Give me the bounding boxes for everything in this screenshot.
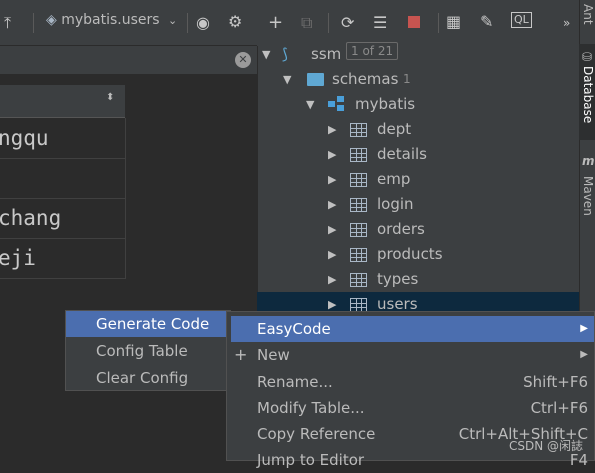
close-icon[interactable]: ✕ — [235, 52, 251, 68]
schema-filter-icon[interactable]: ☰ — [373, 13, 387, 33]
collapsed-arrow-icon: ▶ — [328, 273, 337, 286]
menu-label: EasyCode — [257, 320, 331, 338]
editor-toolbar: ⤒ ◈ mybatis.users ⌄ ◉ ⚙ — [0, 0, 257, 46]
expanded-arrow-icon: ▼ — [262, 48, 271, 61]
tree-item-table[interactable]: ▶ types — [257, 267, 579, 292]
grid-cell[interactable] — [0, 158, 126, 199]
tree-label: emp — [377, 170, 411, 188]
collapsed-arrow-icon: ▶ — [328, 198, 337, 211]
tab-ant[interactable]: Ant — [581, 4, 595, 25]
chevron-down-icon: ⌄ — [168, 14, 178, 27]
menu-item-clear-config[interactable]: Clear Config — [66, 365, 230, 391]
easycode-submenu: Generate Code Config Table Clear Config — [65, 310, 231, 391]
tree-item-mybatis[interactable]: ▼ mybatis — [257, 92, 579, 117]
menu-item-modify-table[interactable]: Modify Table... Ctrl+F6 — [231, 395, 594, 421]
table-icon — [350, 223, 367, 237]
edit-icon[interactable]: ✎ — [480, 12, 493, 32]
object-count-badge: 1 of 21 — [346, 42, 399, 60]
table-icon — [350, 273, 367, 287]
plus-icon: + — [234, 345, 248, 364]
tab-database[interactable]: Database — [581, 66, 595, 123]
table-icon — [350, 248, 367, 262]
tree-label: products — [377, 245, 443, 263]
gear-icon[interactable]: ⚙ — [228, 12, 242, 32]
tab-maven[interactable]: Maven — [581, 176, 595, 216]
tree-item-table[interactable]: ▶ login — [257, 192, 579, 217]
table-icon — [350, 298, 367, 312]
table-icon — [350, 148, 367, 162]
stop-icon[interactable] — [408, 16, 420, 28]
tree-item-table[interactable]: ▶ details — [257, 142, 579, 167]
datasource-icon: ⟆ — [282, 45, 288, 63]
eye-icon[interactable]: ◉ — [196, 13, 210, 33]
menu-item-generate-code[interactable]: Generate Code — [66, 311, 230, 337]
menu-label: Modify Table... — [257, 399, 365, 417]
menu-item-easycode[interactable]: EasyCode ▶ — [231, 316, 594, 342]
tree-item-ssm[interactable]: ▼ ⟆ ssm 1 of 21 — [257, 42, 579, 67]
datasource-icon: ◈ — [46, 12, 57, 28]
table-icon — [350, 198, 367, 212]
grid-cell[interactable]: chang — [0, 198, 126, 239]
tree-label: mybatis — [355, 95, 416, 113]
table-icon[interactable]: ▦ — [446, 12, 461, 32]
datasource-select[interactable]: ◈ mybatis.users ⌄ — [46, 12, 177, 36]
tree-item-table[interactable]: ▶ dept — [257, 117, 579, 142]
table-icon — [350, 173, 367, 187]
collapsed-arrow-icon: ▶ — [328, 173, 337, 186]
sql-console-icon[interactable]: QL — [511, 12, 532, 28]
toolbar-separator — [328, 13, 329, 33]
more-icon[interactable]: » — [563, 13, 570, 33]
grid-cell[interactable]: eji — [0, 238, 126, 279]
tree-label: login — [377, 195, 414, 213]
menu-label: Rename... — [257, 373, 333, 391]
editor-tab-bar — [0, 46, 257, 74]
tree-item-table[interactable]: ▶ products — [257, 242, 579, 267]
submenu-arrow-icon: ▶ — [580, 323, 588, 334]
submit-icon[interactable]: ⤒ — [4, 13, 11, 33]
expanded-arrow-icon: ▼ — [306, 98, 315, 111]
copy-icon[interactable]: ⧉ — [301, 13, 312, 33]
maven-icon: m — [582, 154, 595, 168]
expanded-arrow-icon: ▼ — [283, 73, 292, 86]
menu-label: Jump to Editor — [257, 451, 365, 469]
menu-label: New — [257, 346, 290, 364]
schema-icon — [328, 96, 346, 112]
menu-shortcut: Shift+F6 — [523, 373, 588, 391]
toolbar-separator — [187, 13, 188, 33]
grid-cell[interactable]: ngqu — [0, 118, 126, 159]
collapsed-arrow-icon: ▶ — [328, 248, 337, 261]
menu-label: Copy Reference — [257, 425, 376, 443]
table-icon — [350, 123, 367, 137]
tree-label: details — [377, 145, 427, 163]
datasource-label: mybatis.users — [61, 12, 160, 28]
tree-label: orders — [377, 220, 425, 238]
submenu-arrow-icon: ▶ — [580, 349, 588, 360]
collapsed-arrow-icon: ▶ — [328, 148, 337, 161]
collapsed-arrow-icon: ▶ — [328, 123, 337, 136]
tree-label: ssm — [311, 45, 342, 63]
tree-label: types — [377, 270, 419, 288]
toolbar-separator — [438, 13, 439, 33]
sort-icon[interactable]: ⬍ — [106, 92, 114, 103]
tree-item-schemas[interactable]: ▼ schemas 1 — [257, 67, 579, 92]
menu-shortcut: Ctrl+F6 — [530, 399, 588, 417]
folder-icon — [307, 73, 324, 86]
tree-label: schemas — [332, 70, 399, 88]
database-icon: ⛁ — [582, 50, 593, 64]
schema-count: 1 — [403, 72, 411, 86]
menu-item-config-table[interactable]: Config Table — [66, 338, 230, 364]
add-icon[interactable]: + — [268, 13, 283, 33]
tree-item-table[interactable]: ▶ orders — [257, 217, 579, 242]
menu-item-rename[interactable]: Rename... Shift+F6 — [231, 369, 594, 395]
watermark: CSDN @闲誌 — [509, 439, 584, 453]
tree-label: dept — [377, 120, 412, 138]
tree-item-table[interactable]: ▶ emp — [257, 167, 579, 192]
toolbar-separator — [33, 13, 34, 33]
menu-item-new[interactable]: + New ▶ — [231, 342, 594, 368]
collapsed-arrow-icon: ▶ — [328, 223, 337, 236]
refresh-icon[interactable]: ⟳ — [341, 13, 354, 33]
